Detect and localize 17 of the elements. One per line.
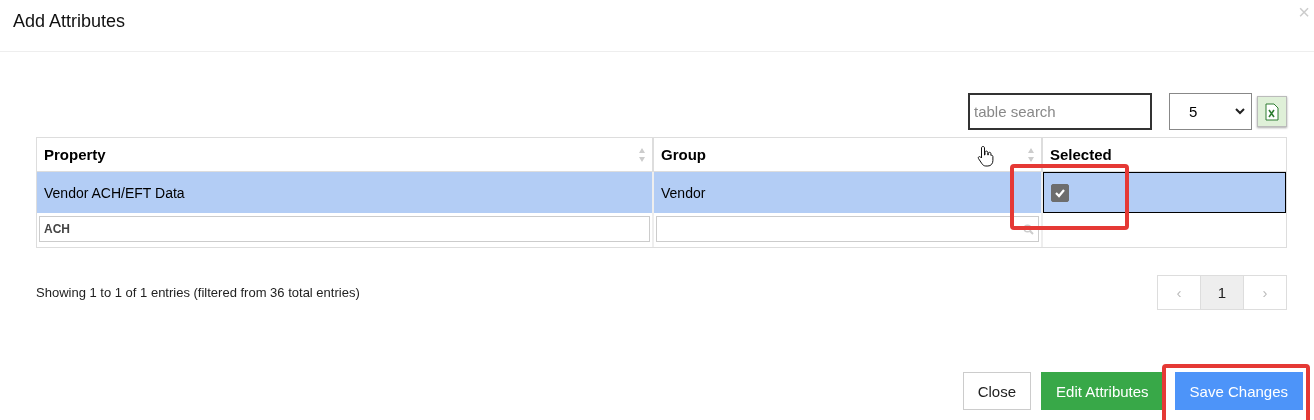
page-button[interactable]: 1	[1200, 275, 1244, 310]
spreadsheet-icon	[1265, 102, 1279, 121]
chevron-down-icon	[1235, 108, 1245, 115]
search-field[interactable]: table search	[968, 93, 1152, 130]
search-icon	[1023, 224, 1034, 235]
table-cell: Vendor ACH/EFT Data	[37, 172, 654, 213]
dialog-title: Add Attributes	[13, 11, 126, 32]
excel-export-button[interactable]	[1257, 96, 1287, 127]
entries-info: Showing 1 to 1 of 1 entries (filtered from 36 total entries)	[36, 285, 360, 300]
close-button[interactable]: Close	[962, 372, 1032, 410]
column-header: Selected	[1049, 145, 1113, 165]
column-filter-field[interactable]	[656, 216, 1039, 242]
page-size-select[interactable]: 5	[1169, 93, 1252, 130]
checkbox[interactable]	[1051, 183, 1069, 202]
hand-cursor-icon	[977, 145, 995, 167]
table-cell: Vendor	[654, 172, 1043, 213]
column-filter-field[interactable]: ACH	[39, 216, 650, 242]
